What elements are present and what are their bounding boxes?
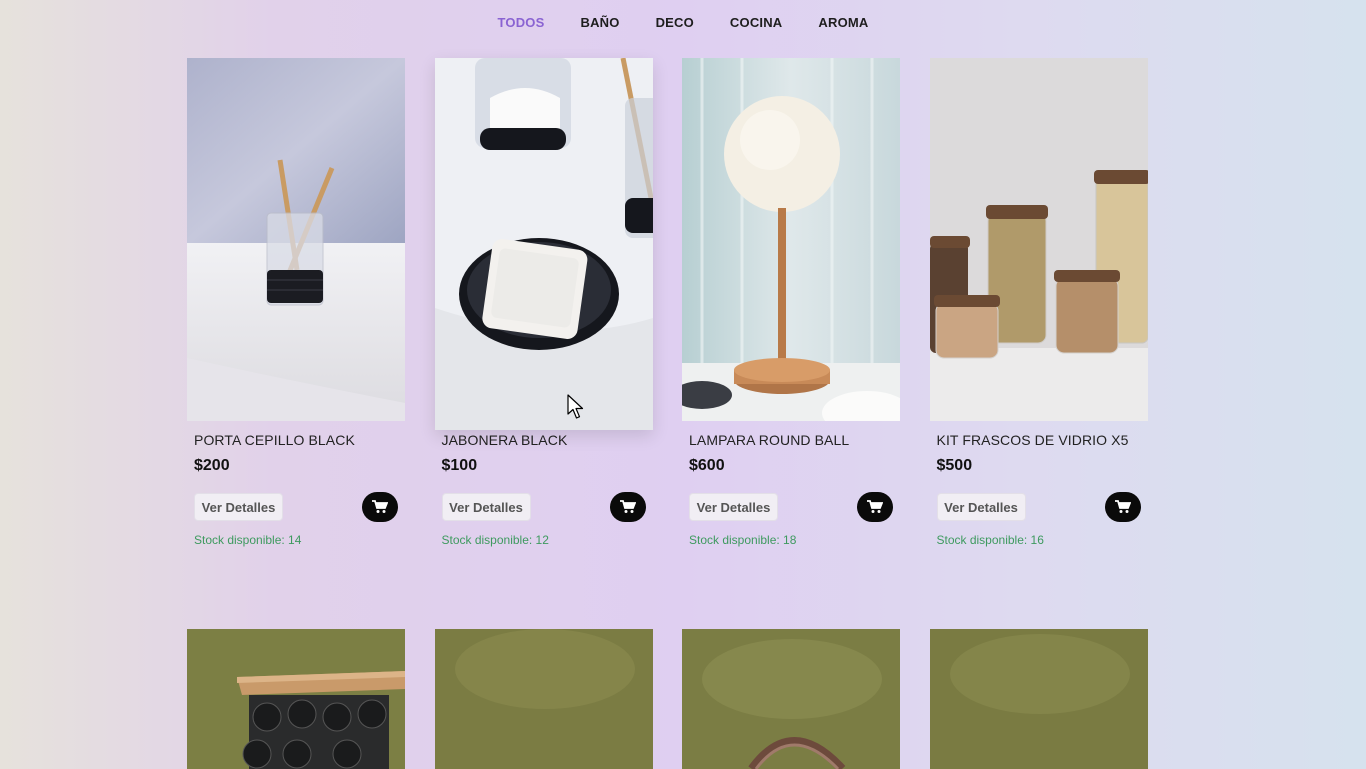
add-to-cart-button[interactable] — [609, 492, 646, 522]
add-to-cart-button[interactable] — [1104, 492, 1141, 522]
toothbrush-holder-photo[interactable] — [187, 58, 405, 421]
stock-label: Stock disponible: 12 — [441, 533, 549, 547]
cart-icon — [867, 500, 883, 513]
product-price: $100 — [441, 457, 478, 474]
soap-dish-photo[interactable] — [434, 58, 653, 430]
product-card — [187, 629, 405, 769]
product-name: KIT FRASCOS DE VIDRIO X5 — [936, 432, 1129, 448]
add-to-cart-button[interactable] — [857, 492, 893, 522]
product-name: PORTA CEPILLO BLACK — [194, 432, 355, 448]
stock-label: Stock disponible: 16 — [936, 533, 1044, 547]
wood-handle-photo[interactable] — [682, 629, 900, 769]
glass-jars-photo[interactable] — [929, 58, 1148, 421]
details-button[interactable]: Ver Detalles — [441, 493, 531, 521]
nav-deco[interactable]: DECO — [656, 15, 694, 30]
cart-icon — [1114, 500, 1131, 513]
product-card: KIT FRASCOS DE VIDRIO X5 $500 Ver Detall… — [929, 58, 1148, 547]
product-price: $500 — [936, 457, 973, 474]
category-nav: TODOS BAÑO DECO COCINA AROMA — [0, 0, 1366, 44]
details-button[interactable]: Ver Detalles — [936, 493, 1026, 521]
mouse-pointer-icon — [567, 394, 584, 419]
product-grid: PORTA CEPILLO BLACK $200 Ver Detalles St… — [187, 58, 1148, 547]
add-to-cart-button[interactable] — [362, 492, 398, 522]
round-ball-lamp-photo[interactable] — [682, 58, 900, 421]
spice-rack-photo[interactable] — [187, 629, 405, 769]
product-name: JABONERA BLACK — [441, 432, 568, 448]
product-card — [929, 629, 1148, 769]
product-price: $200 — [194, 457, 230, 474]
product-card — [434, 629, 653, 769]
stock-label: Stock disponible: 18 — [689, 533, 797, 547]
details-button[interactable]: Ver Detalles — [689, 493, 778, 521]
nav-aroma[interactable]: AROMA — [818, 15, 868, 30]
product-card: PORTA CEPILLO BLACK $200 Ver Detalles St… — [187, 58, 405, 547]
cart-icon — [372, 500, 388, 513]
product-card: LAMPARA ROUND BALL $600 Ver Detalles Sto… — [682, 58, 900, 547]
product-name: LAMPARA ROUND BALL — [689, 432, 850, 448]
stock-label: Stock disponible: 14 — [194, 533, 302, 547]
cart-icon — [619, 500, 636, 513]
nav-todos[interactable]: TODOS — [497, 15, 544, 30]
olive-backdrop-photo[interactable] — [929, 629, 1148, 769]
nav-bano[interactable]: BAÑO — [580, 15, 619, 30]
nav-cocina[interactable]: COCINA — [730, 15, 782, 30]
product-card: JABONERA BLACK $100 Ver Detalles Stock d… — [434, 58, 653, 547]
olive-backdrop-photo[interactable] — [434, 629, 653, 769]
details-button[interactable]: Ver Detalles — [194, 493, 283, 521]
product-grid-row-2 — [187, 629, 1148, 769]
product-card — [682, 629, 900, 769]
product-price: $600 — [689, 457, 725, 474]
